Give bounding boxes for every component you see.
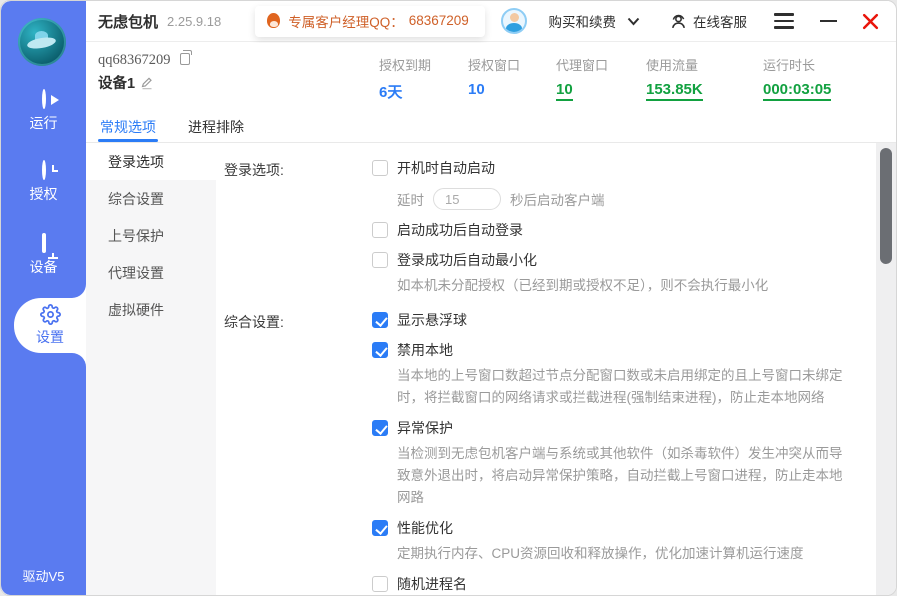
section-label: 登录选项:	[224, 157, 372, 305]
checkbox[interactable]	[372, 520, 388, 536]
submenu-item-account-protection[interactable]: 上号保护	[86, 217, 216, 254]
customer-service-icon	[670, 13, 687, 30]
sidebar-item-run[interactable]: 运行	[1, 91, 86, 133]
gear-icon	[40, 304, 61, 325]
settings-content: 登录选项: 开机时自动启动 延时 秒后启动客户端 启动成功后自动登录 登	[216, 143, 876, 595]
play-circle-icon	[42, 89, 46, 109]
tab-bar: 常规选项 进程排除	[86, 112, 896, 143]
online-support-label: 在线客服	[693, 11, 747, 31]
edit-pencil-icon[interactable]	[140, 76, 154, 90]
checkbox[interactable]	[372, 222, 388, 238]
info-bar: qq68367209 设备1 授权到期 6天 授权窗口 10 代理窗口 10 使…	[86, 43, 896, 112]
tab-general-options[interactable]: 常规选项	[98, 112, 158, 142]
sidebar-item-label: 设置	[14, 327, 86, 347]
checkbox[interactable]	[372, 312, 388, 328]
qq-notice-label: 专属客户经理QQ：	[288, 11, 404, 31]
online-support-button[interactable]: 在线客服	[670, 11, 747, 31]
checkbox[interactable]	[372, 576, 388, 592]
stat-license-expiry: 授权到期 6天	[379, 55, 431, 102]
device-line: 设备1	[98, 72, 154, 93]
stat-value[interactable]: 10	[556, 81, 573, 101]
app-window: 运行 授权 设备 设置 驱动V5 无虑包机 2.25.9.18 专属客户经理QQ…	[0, 0, 897, 596]
user-avatar[interactable]	[501, 8, 527, 34]
app-version: 2.25.9.18	[167, 14, 221, 29]
sidebar-item-settings[interactable]: 设置	[14, 298, 86, 353]
qq-number: 68367209	[409, 13, 469, 28]
section-login-options: 登录选项: 开机时自动启动 延时 秒后启动客户端 启动成功后自动登录 登	[224, 157, 876, 305]
driver-version-label: 驱动V5	[1, 566, 86, 585]
stat-value[interactable]: 153.85K	[646, 81, 703, 101]
account-line: qq68367209	[98, 52, 190, 69]
menu-icon[interactable]	[774, 10, 794, 32]
delay-seconds-input[interactable]	[433, 188, 501, 210]
option-description: 当检测到无虑包机客户端与系统或其他软件（如杀毒软件）发生冲突从而导致意外退出时，…	[397, 443, 844, 509]
tab-process-exclusion[interactable]: 进程排除	[186, 112, 246, 142]
sidebar-item-label: 授权	[1, 184, 86, 204]
title-bar: 无虑包机 2.25.9.18 专属客户经理QQ： 68367209 购买和续费 …	[86, 1, 896, 42]
option-disable-local[interactable]: 禁用本地	[372, 339, 844, 361]
section-general-settings: 综合设置: 显示悬浮球 禁用本地 当本地的上号窗口数超过节点分配窗口数或未启用绑…	[224, 309, 876, 595]
account-id: qq68367209	[98, 52, 171, 69]
stat-value: 6天	[379, 81, 402, 102]
clock-icon	[42, 160, 46, 180]
option-description: 如本机未分配授权（已经到期或授权不足），则不会执行最小化	[397, 275, 844, 297]
selected-tab-curve-bottom	[72, 353, 86, 367]
stat-licensed-windows: 授权窗口 10	[468, 55, 520, 99]
manager-qq-notice[interactable]: 专属客户经理QQ： 68367209	[255, 6, 485, 37]
checkbox[interactable]	[372, 342, 388, 358]
checkbox[interactable]	[372, 160, 388, 176]
app-title: 无虑包机	[98, 11, 158, 32]
submenu-item-login-options[interactable]: 登录选项	[86, 143, 216, 180]
monitor-icon	[42, 233, 46, 253]
chevron-down-icon[interactable]	[627, 17, 640, 26]
scrollbar-track[interactable]	[876, 143, 896, 595]
option-show-float-ball[interactable]: 显示悬浮球	[372, 309, 844, 331]
stat-run-time: 运行时长 000:03:05	[763, 55, 831, 101]
copy-icon[interactable]	[180, 53, 190, 65]
stat-value: 10	[468, 81, 485, 98]
submenu-item-virtual-hardware[interactable]: 虚拟硬件	[86, 291, 216, 328]
checkbox[interactable]	[372, 252, 388, 268]
checkbox[interactable]	[372, 420, 388, 436]
option-description: 定期执行内存、CPU资源回收和释放操作，优化加速计算机运行速度	[397, 543, 844, 565]
option-performance-optimization[interactable]: 性能优化	[372, 517, 844, 539]
stat-traffic-used: 使用流量 153.85K	[646, 55, 703, 101]
submenu-item-general-settings[interactable]: 综合设置	[86, 180, 216, 217]
selected-tab-curve-top	[72, 284, 86, 298]
sidebar-item-label: 运行	[1, 113, 86, 133]
option-description: 当本地的上号窗口数超过节点分配窗口数或未启用绑定的且上号窗口未绑定时，将拦截窗口…	[397, 365, 844, 409]
option-auto-login-after-start[interactable]: 启动成功后自动登录	[372, 219, 844, 241]
option-start-delay: 延时 秒后启动客户端	[397, 187, 844, 211]
close-icon[interactable]	[861, 12, 880, 31]
device-name: 设备1	[98, 72, 135, 93]
qq-penguin-icon	[267, 13, 280, 28]
section-label: 综合设置:	[224, 309, 372, 595]
settings-submenu: 登录选项 综合设置 上号保护 代理设置 虚拟硬件	[86, 143, 216, 595]
stat-proxy-windows: 代理窗口 10	[556, 55, 608, 101]
sidebar-item-authorization[interactable]: 授权	[1, 162, 86, 204]
sidebar-item-devices[interactable]: 设备	[1, 235, 86, 277]
option-exception-protection[interactable]: 异常保护	[372, 417, 844, 439]
sidebar: 运行 授权 设备 设置 驱动V5	[1, 1, 86, 595]
option-random-process-name[interactable]: 随机进程名	[372, 573, 844, 595]
scrollbar-thumb[interactable]	[880, 148, 892, 264]
buy-renew-button[interactable]: 购买和续费	[549, 11, 617, 31]
sidebar-item-label: 设备	[1, 257, 86, 277]
minimize-icon[interactable]	[820, 20, 837, 23]
submenu-item-proxy-settings[interactable]: 代理设置	[86, 254, 216, 291]
option-minimize-after-login[interactable]: 登录成功后自动最小化	[372, 249, 844, 271]
app-logo-ufo-icon	[18, 18, 66, 66]
option-auto-start-on-boot[interactable]: 开机时自动启动	[372, 157, 844, 179]
stat-value[interactable]: 000:03:05	[763, 81, 831, 101]
